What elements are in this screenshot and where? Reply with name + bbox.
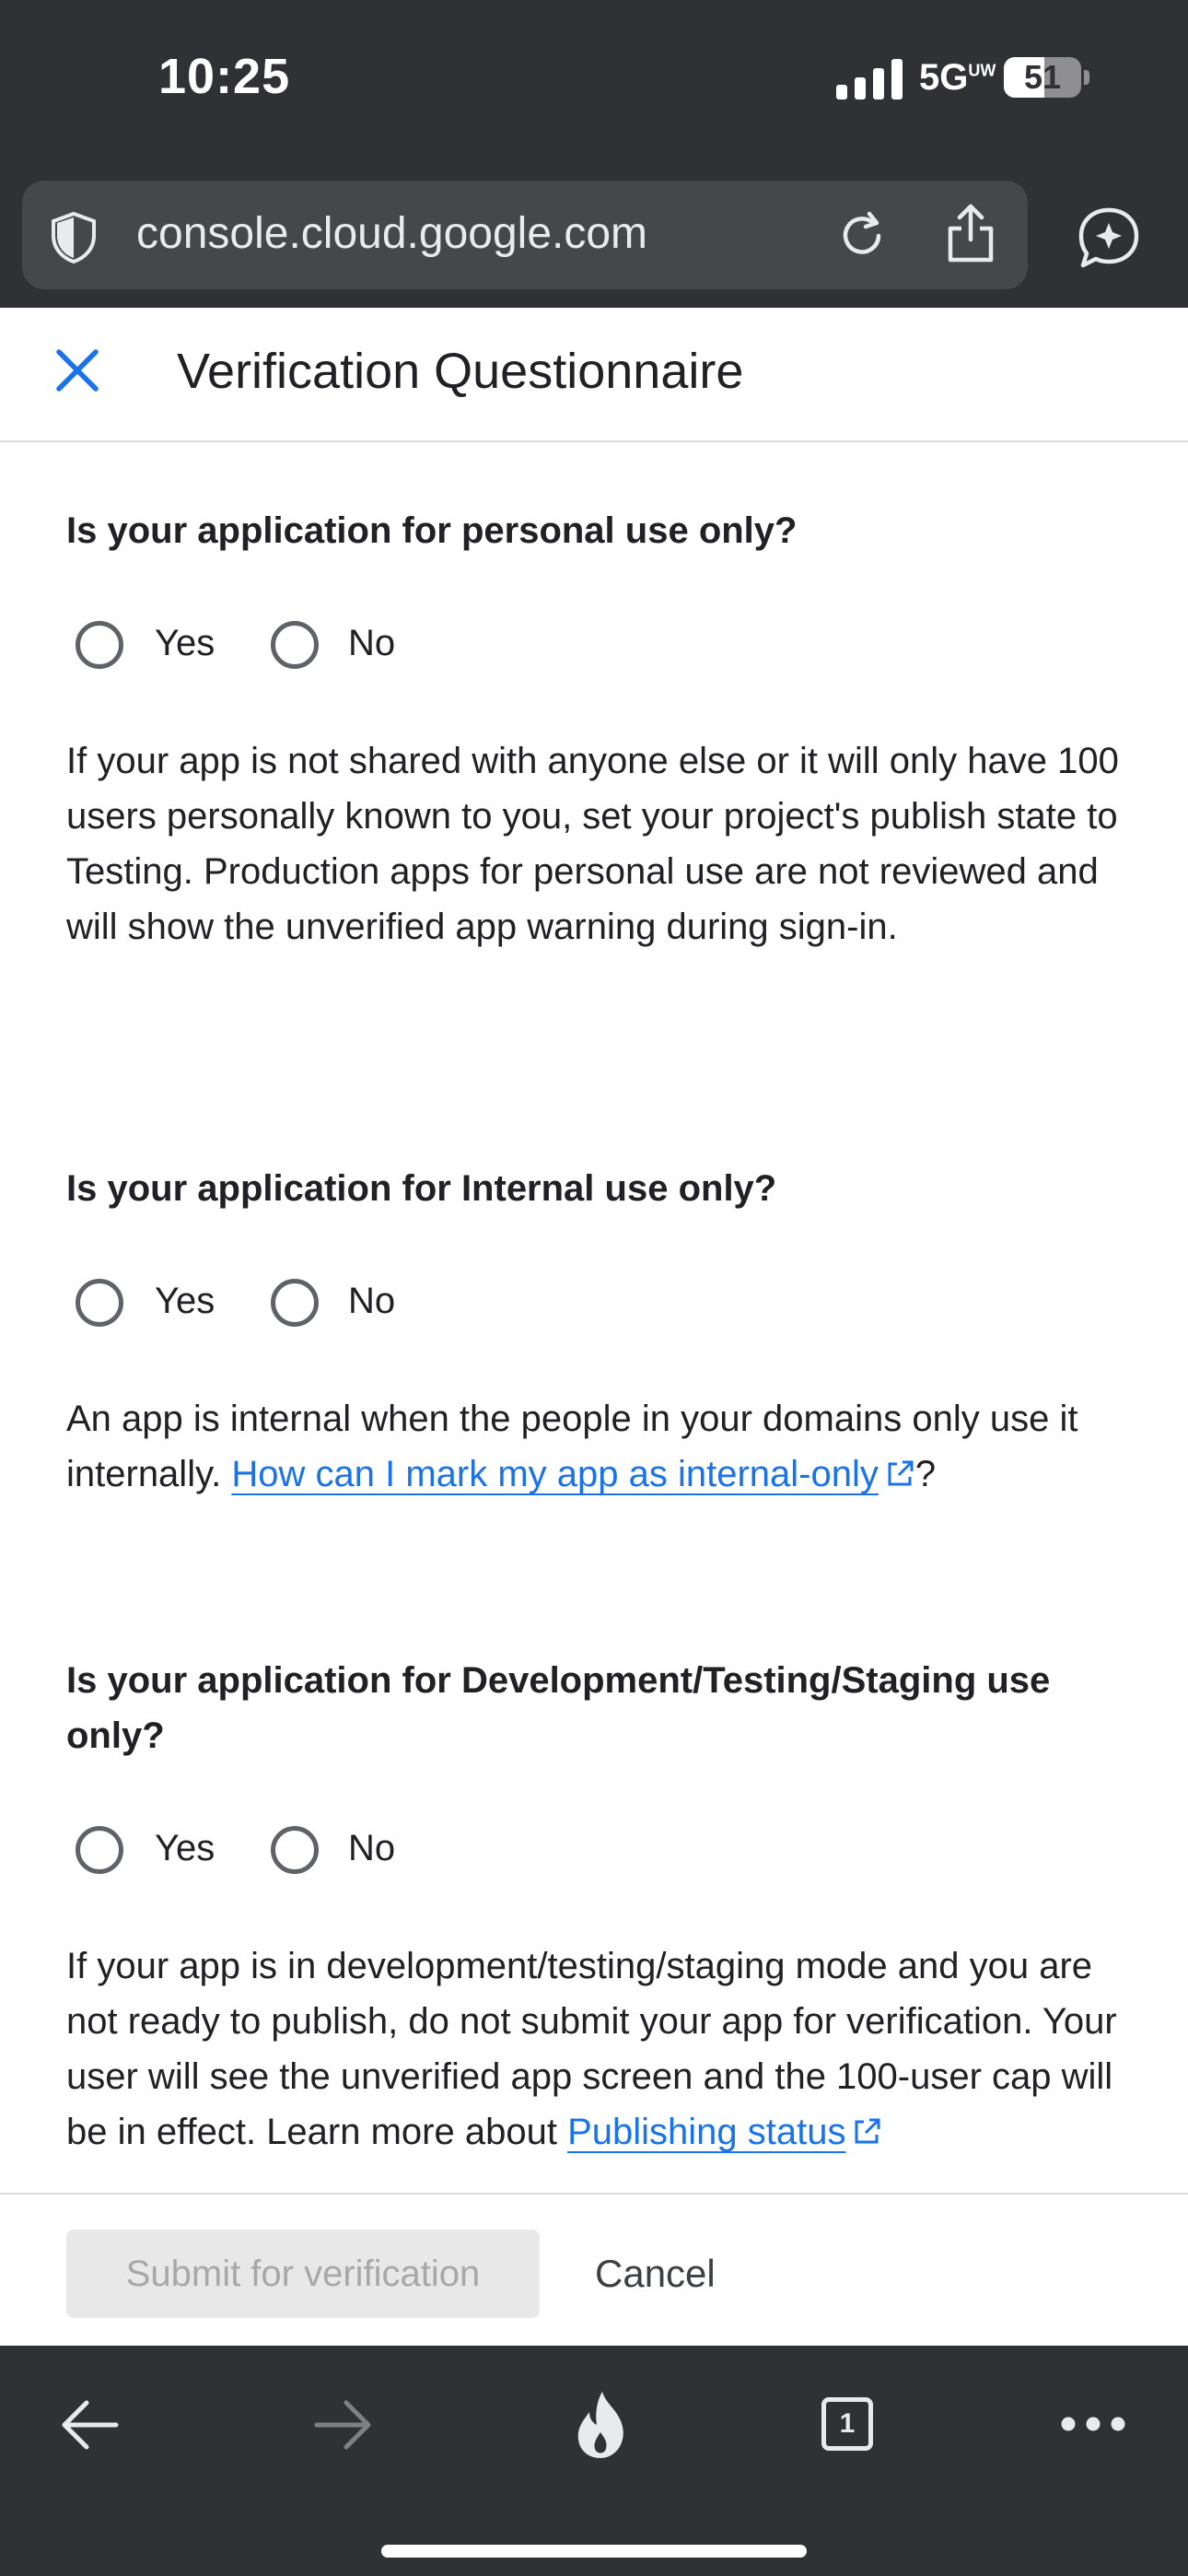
question-personal-use: Is your application for personal use onl… [66, 510, 798, 551]
radio-internal-no[interactable] [271, 1279, 319, 1327]
tabs-count-button[interactable]: 1 [821, 2397, 873, 2451]
status-time: 10:25 [158, 49, 291, 104]
address-bar[interactable]: console.cloud.google.com [22, 181, 1028, 289]
questionnaire-content[interactable]: Is your application for personal use onl… [0, 442, 1188, 2193]
cancel-button[interactable]: Cancel [595, 2230, 716, 2318]
fire-icon[interactable] [571, 2390, 632, 2460]
radio-internal-yes[interactable] [76, 1279, 123, 1327]
internal-use-description: An app is internal when the people in yo… [66, 1399, 1078, 1494]
more-menu-icon[interactable] [1059, 2414, 1127, 2434]
radio-label-no: No [348, 1281, 396, 1321]
shield-icon [52, 211, 96, 264]
close-icon[interactable] [48, 341, 107, 400]
radio-label-no: No [348, 1828, 396, 1868]
network-type: 5GUW [919, 57, 996, 98]
radio-label-no: No [348, 623, 396, 663]
status-bar: 10:25 5GUW 51 [0, 0, 1188, 175]
dialog-title: Verification Questionnaire [177, 344, 744, 399]
share-icon[interactable] [941, 201, 1000, 265]
battery-icon: 51 [1004, 57, 1081, 98]
battery-cap [1084, 70, 1089, 85]
internal-only-help-link[interactable]: How can I mark my app as internal-only [231, 1454, 879, 1494]
personal-use-description: If your app is not shared with anyone el… [66, 741, 1119, 947]
home-indicator [381, 2545, 807, 2558]
radio-development-no[interactable] [271, 1826, 319, 1874]
chat-sparkle-icon[interactable] [1076, 205, 1142, 271]
radio-label-yes: Yes [155, 1281, 215, 1321]
publishing-status-link[interactable]: Publishing status [567, 2112, 845, 2152]
battery-level: 51 [1023, 58, 1062, 96]
question-internal-use: Is your application for Internal use onl… [66, 1168, 777, 1209]
question-development-use: Is your application for Development/Test… [66, 1660, 1051, 1756]
url-text: console.cloud.google.com [136, 209, 648, 258]
radio-label-yes: Yes [155, 623, 215, 663]
submit-for-verification-button[interactable]: Submit for verification [66, 2230, 540, 2318]
browser-bottom-bar: 1 [0, 2346, 1188, 2576]
forward-arrow-icon[interactable] [311, 2395, 376, 2454]
reload-icon[interactable] [833, 206, 891, 265]
external-link-icon [888, 1460, 914, 1486]
dialog-header: Verification Questionnaire [0, 308, 1188, 442]
radio-development-yes[interactable] [76, 1826, 123, 1874]
external-link-icon [855, 2118, 880, 2144]
browser-toolbar: console.cloud.google.com [0, 175, 1188, 308]
development-use-description: If your app is in development/testing/st… [66, 1946, 1117, 2152]
radio-personal-no[interactable] [271, 621, 319, 669]
back-arrow-icon[interactable] [57, 2395, 122, 2454]
signal-icon [836, 59, 903, 100]
radio-personal-yes[interactable] [76, 621, 123, 669]
dialog-footer: Submit for verification Cancel [0, 2193, 1188, 2348]
radio-label-yes: Yes [155, 1828, 215, 1868]
